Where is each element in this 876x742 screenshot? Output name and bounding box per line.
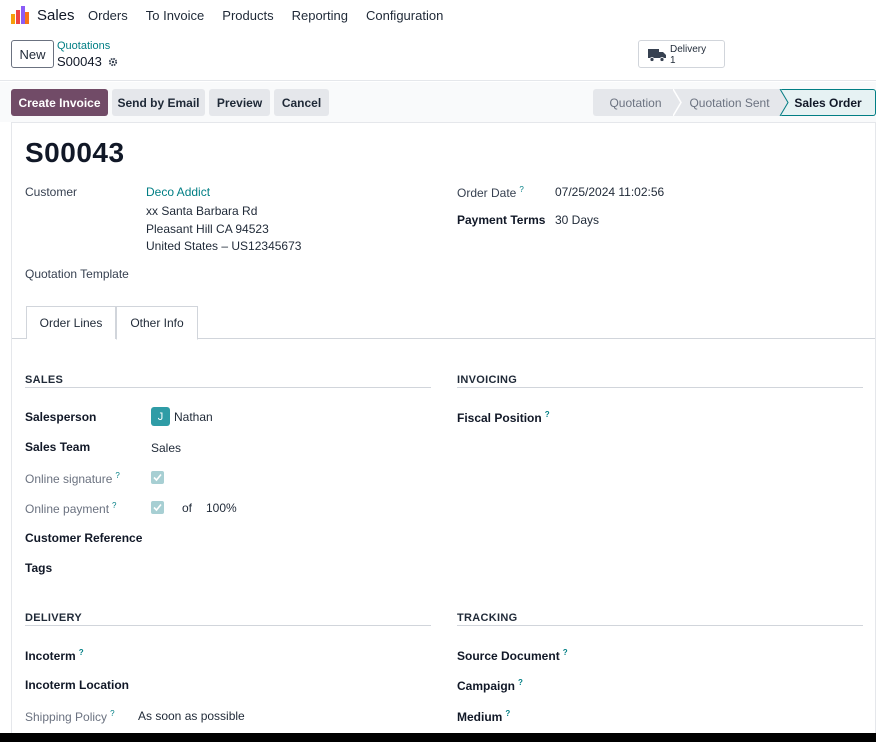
- shipping-policy-label-text: Shipping Policy: [25, 710, 108, 724]
- sales-app-logo-icon[interactable]: [11, 6, 29, 24]
- incoterm-location-label: Incoterm Location: [25, 678, 130, 692]
- breadcrumb-current: S00043: [57, 54, 118, 69]
- online-payment-percent[interactable]: 100%: [206, 501, 237, 515]
- preview-button[interactable]: Preview: [209, 89, 270, 116]
- control-panel: New Quotations S00043 Delivery 1: [0, 31, 876, 81]
- send-by-email-button[interactable]: Send by Email: [112, 89, 205, 116]
- campaign-label-text: Campaign: [457, 679, 516, 693]
- medium-label: Medium?: [457, 709, 510, 724]
- main-menu: Orders To Invoice Products Reporting Con…: [88, 8, 461, 23]
- stage-separator-icon: [779, 89, 789, 116]
- customer-reference-label: Customer Reference: [25, 531, 143, 545]
- stage-pipeline: Quotation Quotation Sent Sales Order: [593, 89, 876, 116]
- source-document-label: Source Document?: [457, 648, 568, 663]
- online-payment-checkbox[interactable]: [151, 501, 164, 514]
- campaign-label: Campaign?: [457, 678, 523, 693]
- tracking-divider: [457, 625, 863, 626]
- online-payment-of: of: [182, 501, 193, 515]
- sales-divider: [25, 387, 431, 388]
- tab-other-info[interactable]: Other Info: [116, 306, 198, 340]
- truck-icon: [648, 49, 666, 62]
- help-tooltip-icon[interactable]: ?: [563, 648, 568, 657]
- tab-order-lines[interactable]: Order Lines: [26, 306, 116, 339]
- invoicing-divider: [457, 387, 863, 388]
- sales-team-value[interactable]: Sales: [151, 441, 181, 455]
- sales-order-form-page: Sales Orders To Invoice Products Reporti…: [0, 0, 876, 733]
- payment-terms-value[interactable]: 30 Days: [555, 213, 599, 227]
- order-date-value[interactable]: 07/25/2024 11:02:56: [555, 185, 664, 199]
- stage-sales-order[interactable]: Sales Order: [781, 89, 876, 116]
- quotation-template-label: Quotation Template: [25, 267, 129, 281]
- delivery-count: 1: [670, 55, 676, 66]
- tracking-section-heading: TRACKING: [457, 612, 518, 624]
- top-navbar: Sales Orders To Invoice Products Reporti…: [0, 0, 876, 31]
- cancel-button[interactable]: Cancel: [274, 89, 329, 116]
- fiscal-position-label: Fiscal Position?: [457, 410, 550, 425]
- help-tooltip-icon[interactable]: ?: [115, 471, 119, 480]
- form-sheet: S00043 Customer Deco Addict xx Santa Bar…: [11, 122, 876, 733]
- status-bar: Create Invoice Send by Email Preview Can…: [0, 82, 876, 122]
- shipping-policy-label: Shipping Policy?: [25, 709, 115, 724]
- fiscal-position-label-text: Fiscal Position: [457, 411, 542, 425]
- gear-icon[interactable]: [108, 57, 118, 67]
- online-payment-label-text: Online payment: [25, 502, 110, 516]
- medium-label-text: Medium: [457, 710, 503, 724]
- menu-item-reporting[interactable]: Reporting: [292, 8, 348, 23]
- customer-label: Customer: [25, 185, 78, 199]
- order-date-label-text: Order Date: [457, 186, 517, 200]
- online-payment-label: Online payment?: [25, 501, 117, 516]
- online-signature-label-text: Online signature: [25, 472, 113, 486]
- sales-team-label: Sales Team: [25, 440, 91, 454]
- salesperson-value[interactable]: Nathan: [174, 410, 213, 424]
- help-tooltip-icon[interactable]: ?: [112, 501, 116, 510]
- menu-item-products[interactable]: Products: [222, 8, 273, 23]
- avatar: J: [151, 407, 170, 426]
- help-tooltip-icon[interactable]: ?: [79, 648, 84, 657]
- delivery-label: Delivery: [670, 44, 707, 55]
- app-name[interactable]: Sales: [37, 7, 75, 24]
- stage-quotation[interactable]: Quotation: [593, 89, 678, 116]
- create-invoice-button[interactable]: Create Invoice: [11, 89, 108, 116]
- incoterm-label: Incoterm?: [25, 648, 84, 663]
- help-tooltip-icon[interactable]: ?: [110, 709, 114, 718]
- checkmark-icon: [153, 503, 162, 512]
- help-tooltip-icon[interactable]: ?: [505, 709, 510, 718]
- help-tooltip-icon[interactable]: ?: [545, 410, 550, 419]
- salesperson-label: Salesperson: [25, 410, 97, 424]
- tags-label: Tags: [25, 561, 53, 575]
- notebook-tabs: Order Lines Other Info: [12, 306, 875, 340]
- menu-item-configuration[interactable]: Configuration: [366, 8, 443, 23]
- delivery-divider: [25, 625, 431, 626]
- breadcrumb-quotations-link[interactable]: Quotations: [57, 40, 110, 52]
- order-title: S00043: [25, 137, 125, 168]
- customer-link[interactable]: Deco Addict: [146, 185, 210, 199]
- shipping-policy-value[interactable]: As soon as possible: [138, 709, 245, 723]
- breadcrumb-current-label: S00043: [57, 54, 102, 69]
- customer-address-line3: United States – US12345673: [146, 239, 302, 253]
- payment-terms-label: Payment Terms: [457, 213, 546, 227]
- delivery-section-heading: DELIVERY: [25, 612, 83, 624]
- menu-item-to-invoice[interactable]: To Invoice: [146, 8, 205, 23]
- online-signature-checkbox[interactable]: [151, 471, 164, 484]
- help-tooltip-icon[interactable]: ?: [519, 185, 523, 194]
- customer-address-line2: Pleasant Hill CA 94523: [146, 222, 269, 236]
- checkmark-icon: [153, 473, 162, 482]
- incoterm-label-text: Incoterm: [25, 649, 76, 663]
- stage-separator-icon: [673, 89, 682, 116]
- new-button[interactable]: New: [11, 40, 54, 68]
- sales-section-heading: SALES: [25, 374, 64, 386]
- stage-quotation-sent[interactable]: Quotation Sent: [678, 89, 781, 116]
- invoicing-section-heading: INVOICING: [457, 374, 518, 386]
- menu-item-orders[interactable]: Orders: [88, 8, 128, 23]
- customer-address-line1: xx Santa Barbara Rd: [146, 204, 258, 218]
- delivery-smart-button[interactable]: Delivery 1: [638, 40, 725, 68]
- help-tooltip-icon[interactable]: ?: [518, 678, 523, 687]
- order-date-label: Order Date?: [457, 185, 524, 200]
- source-document-label-text: Source Document: [457, 649, 560, 663]
- online-signature-label: Online signature?: [25, 471, 120, 486]
